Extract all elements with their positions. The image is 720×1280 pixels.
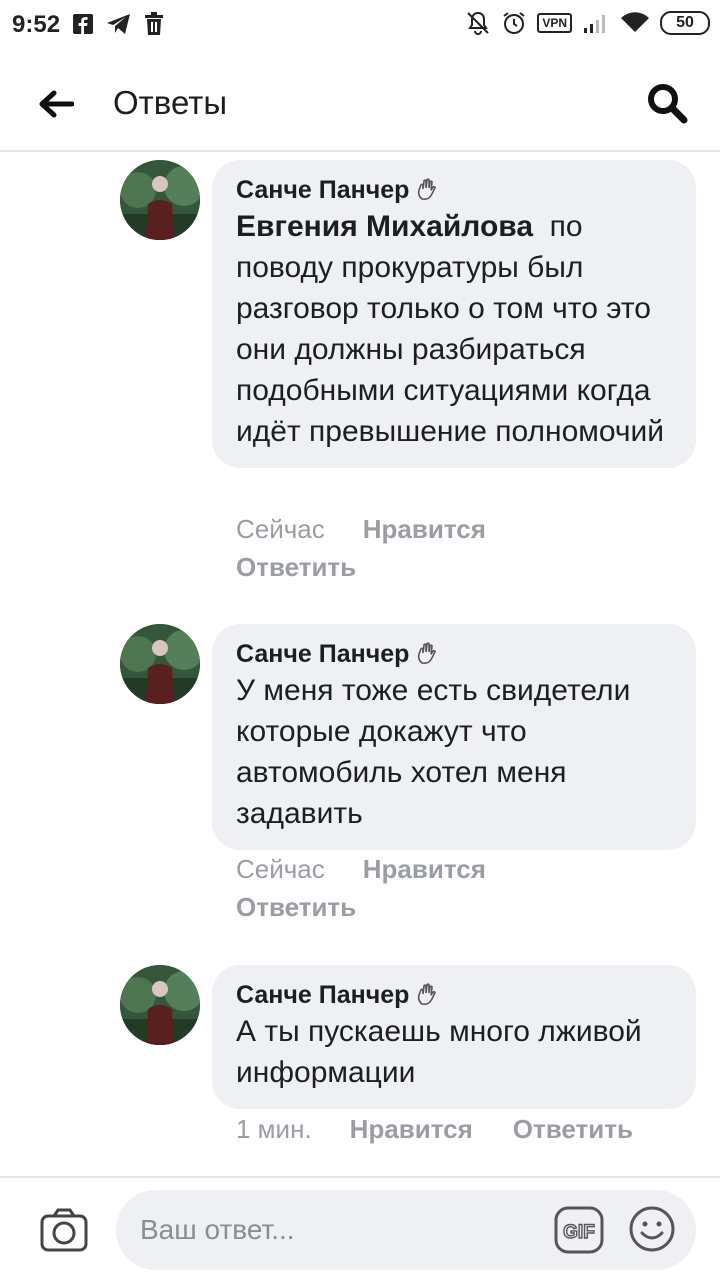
comment-meta: Сейчас Нравится Ответить <box>236 510 486 586</box>
comment-author[interactable]: Санче Панчер <box>236 174 409 206</box>
comment-author-row: Санче Панчер <box>236 174 672 206</box>
comment-text: А ты пускаешь много лживой информации <box>236 1015 642 1089</box>
reply-input-container: GIF <box>116 1190 696 1270</box>
wifi-icon <box>620 12 650 34</box>
facebook-icon <box>72 13 94 35</box>
comment-text: У меня тоже есть свидетели которые докаж… <box>236 674 631 830</box>
reply-button[interactable]: Ответить <box>236 548 356 586</box>
camera-icon <box>40 1208 88 1252</box>
alarm-icon <box>501 10 527 36</box>
avatar[interactable] <box>120 624 200 704</box>
avatar-image <box>120 624 200 704</box>
reply-input[interactable] <box>140 1208 540 1252</box>
comment-author-row: Санче Панчер <box>236 979 672 1011</box>
avatar[interactable] <box>120 160 200 240</box>
comment-author-row: Санче Панчер <box>236 638 672 670</box>
comment-time: Сейчас <box>236 854 325 884</box>
comment-mention[interactable]: Евгения Михайлова <box>236 210 533 243</box>
comment-author[interactable]: Санче Панчер <box>236 638 409 670</box>
search-icon <box>648 84 688 124</box>
comment-bubble[interactable]: Санче Панчер А ты пускаешь много лживой … <box>212 965 696 1109</box>
like-button[interactable]: Нравится <box>363 850 486 888</box>
emoji-button[interactable] <box>628 1205 676 1253</box>
avatar-image <box>120 160 200 240</box>
avatar[interactable] <box>120 965 200 1045</box>
gif-icon: GIF <box>554 1206 604 1254</box>
page-title: Ответы <box>113 84 228 121</box>
comment-bubble[interactable]: Санче Панчер Евгения Михайлова по поводу… <box>212 160 696 468</box>
like-button[interactable]: Нравится <box>350 1110 473 1148</box>
status-time: 9:52 <box>12 11 61 38</box>
waving-hand-icon <box>415 642 439 666</box>
status-bar: 9:52 VPN 50 <box>0 0 720 50</box>
trash-icon <box>144 12 164 36</box>
vpn-icon: VPN <box>537 13 572 33</box>
comment-meta: Сейчас Нравится Ответить <box>236 850 486 926</box>
back-button[interactable] <box>34 82 78 126</box>
like-button[interactable]: Нравится <box>363 510 486 548</box>
waving-hand-icon <box>415 178 439 202</box>
comment-time: 1 мин. <box>236 1114 312 1144</box>
comment-body: по поводу прокуратуры был разговор тольк… <box>236 210 665 448</box>
comment-meta: 1 мин. Нравится Ответить <box>236 1110 633 1148</box>
reply-button[interactable]: Ответить <box>236 888 356 926</box>
reply-button[interactable]: Ответить <box>513 1110 633 1148</box>
comment-text: Евгения Михайлова по поводу прокуратуры … <box>236 206 672 452</box>
battery-icon: 50 <box>660 11 710 35</box>
signal-icon <box>582 12 610 34</box>
gif-button[interactable]: GIF <box>554 1206 604 1254</box>
search-button[interactable] <box>644 80 690 126</box>
reply-composer: GIF <box>0 1176 720 1280</box>
avatar-image <box>120 965 200 1045</box>
comment-author[interactable]: Санче Панчер <box>236 979 409 1011</box>
comment-time: Сейчас <box>236 514 325 544</box>
mute-icon <box>465 10 491 36</box>
app-header: Ответы <box>0 52 720 152</box>
back-arrow-icon <box>39 90 74 118</box>
gif-label: GIF <box>563 1222 595 1243</box>
smiley-icon <box>629 1206 675 1252</box>
comment-bubble[interactable]: Санче Панчер У меня тоже есть свидетели … <box>212 624 696 850</box>
telegram-icon <box>106 13 132 35</box>
waving-hand-icon <box>415 983 439 1007</box>
camera-button[interactable] <box>40 1208 88 1252</box>
